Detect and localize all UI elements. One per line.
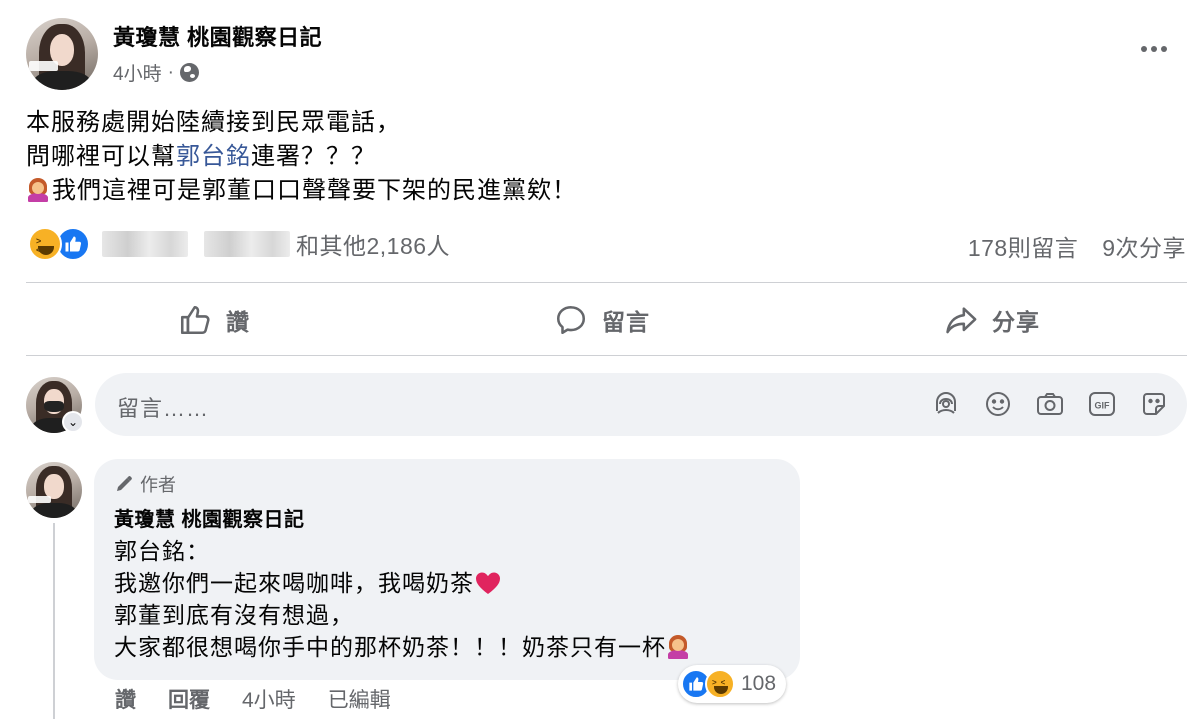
comment-reactions[interactable]: >< 108 [678, 665, 787, 703]
divider [26, 355, 1187, 356]
facepalm-woman-icon [26, 178, 50, 202]
comment-line-2: 我邀你們一起來喝咖啡，我喝奶茶 [114, 567, 692, 599]
more-dot-icon [1141, 46, 1147, 52]
comment-author-name[interactable]: 黃瓊慧 桃園觀察日記 [114, 503, 305, 532]
share-button-label: 分享 [992, 309, 1040, 335]
facepalm-woman-icon [666, 635, 690, 659]
post-line-2-post: 連署？？？ [251, 143, 376, 170]
comment-input-icons: GIF [931, 389, 1169, 419]
comment-line-4-text: 大家都很想喝你手中的那杯奶茶！！！奶茶只有一杯 [114, 634, 666, 660]
gif-icon[interactable]: GIF [1087, 389, 1117, 419]
comment-edited-label[interactable]: 已編輯 [328, 684, 391, 714]
share-button[interactable]: 分享 [944, 298, 1040, 342]
post-line-2-pre: 問哪裡可以幫 [26, 143, 176, 170]
chevron-down-icon[interactable]: ⌄ [62, 411, 84, 433]
author-badge: 作者 [114, 471, 176, 497]
comment-button-label: 留言 [602, 309, 650, 335]
post-line-2: 問哪裡可以幫郭台銘連署？？？ [26, 140, 577, 174]
more-dot-icon [1151, 46, 1157, 52]
avatar-sticker-icon[interactable] [931, 389, 961, 419]
post-line-3-text: 我們這裡可是郭董口口聲聲要下架的民進黨欸！ [52, 177, 577, 204]
pencil-icon [117, 476, 132, 491]
sticker-icon[interactable] [1139, 389, 1169, 419]
comment-actions: 讚 回覆 4小時 已編輯 [115, 684, 391, 714]
comment-input-placeholder: 留言…… [117, 396, 210, 421]
comment-author-avatar[interactable] [26, 462, 82, 518]
reaction-summary[interactable]: >< 和其他2,186人 [28, 227, 450, 261]
camera-icon[interactable] [1035, 389, 1065, 419]
globe-icon[interactable] [179, 63, 199, 82]
comment-like-link[interactable]: 讚 [115, 684, 136, 714]
meta-separator: · [167, 61, 174, 83]
post-text: 本服務處開始陸續接到民眾電話， 問哪裡可以幫郭台銘連署？？？ 我們這裡可是郭董口… [26, 106, 577, 208]
mention-link[interactable]: 郭台銘 [176, 143, 251, 170]
blurred-name [102, 231, 188, 257]
post-stats: 178則留言 9次分享 [968, 229, 1186, 263]
emoji-icon[interactable] [983, 389, 1013, 419]
post-author-name[interactable]: 黃瓊慧 桃園觀察日記 [113, 20, 322, 52]
like-button-label: 讚 [226, 309, 250, 335]
comment-button[interactable]: 留言 [554, 298, 650, 342]
post-line-3: 我們這裡可是郭董口口聲聲要下架的民進黨欸！ [26, 174, 577, 208]
shares-count-link[interactable]: 9次分享 [1102, 229, 1186, 263]
thread-line [53, 523, 55, 719]
comment-time-link[interactable]: 4小時 [242, 684, 296, 714]
blurred-name [204, 231, 290, 257]
comment-reply-link[interactable]: 回覆 [168, 684, 210, 714]
svg-text:GIF: GIF [1095, 401, 1111, 411]
share-arrow-icon [946, 307, 977, 334]
comment-line-3: 郭董到底有沒有想過， [114, 602, 354, 628]
haha-icon: >< [28, 227, 62, 261]
comment-reaction-count: 108 [741, 672, 777, 695]
comment-line-2-text: 我邀你們一起來喝咖啡，我喝奶茶 [114, 570, 474, 596]
thumbs-up-icon [180, 305, 210, 335]
comment-bubble: 作者 黃瓊慧 桃園觀察日記 郭台銘： 我邀你們一起來喝咖啡，我喝奶茶 郭董到底有… [94, 459, 800, 680]
comment-input[interactable]: 留言…… GIF [95, 373, 1187, 436]
comment-line-4: 大家都很想喝你手中的那杯奶茶！！！奶茶只有一杯 [114, 631, 692, 663]
author-badge-label: 作者 [140, 475, 176, 495]
post-line-1: 本服務處開始陸續接到民眾電話， [26, 109, 401, 136]
reaction-count-label: 和其他2,186人 [296, 233, 451, 259]
red-heart-icon [476, 572, 500, 594]
comment-line-1: 郭台銘： [114, 538, 210, 564]
post-author-avatar[interactable] [26, 18, 98, 90]
comments-count-link[interactable]: 178則留言 [968, 229, 1078, 263]
like-button[interactable]: 讚 [178, 298, 250, 342]
comment-text: 郭台銘： 我邀你們一起來喝咖啡，我喝奶茶 郭董到底有沒有想過， 大家都很想喝你手… [114, 535, 692, 663]
more-options-button[interactable] [1136, 34, 1172, 64]
more-dot-icon [1161, 46, 1167, 52]
divider [26, 282, 1187, 283]
haha-icon: >< [705, 669, 735, 699]
comment-bubble-icon [556, 305, 586, 335]
post-time[interactable]: 4小時 [113, 59, 162, 86]
post-meta: 4小時 · [113, 59, 199, 86]
